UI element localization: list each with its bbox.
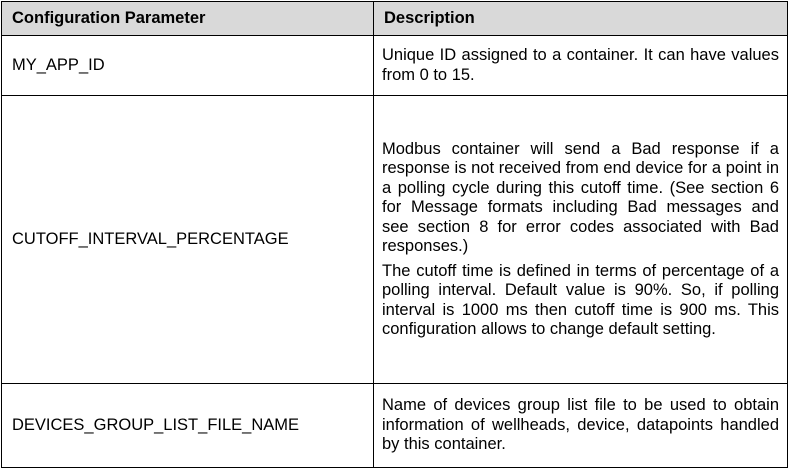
table-body: MY_APP_ID Unique ID assigned to a contai…: [1, 35, 788, 468]
description-paragraph: Unique ID assigned to a container. It ca…: [382, 46, 779, 84]
column-header-description: Description: [373, 1, 788, 36]
description-paragraph: The cutoff time is defined in terms of p…: [382, 261, 779, 339]
table-row: CUTOFF_INTERVAL_PERCENTAGE Modbus contai…: [1, 95, 788, 384]
table-row: MY_APP_ID Unique ID assigned to a contai…: [1, 35, 788, 96]
description-cell-my-app-id: Unique ID assigned to a container. It ca…: [373, 35, 788, 96]
description-paragraph: Name of devices group list file to be us…: [382, 396, 779, 454]
description-cell-cutoff-interval-percentage: Modbus container will send a Bad respons…: [373, 95, 788, 384]
parameter-cell-devices-group-list-file-name: DEVICES_GROUP_LIST_FILE_NAME: [1, 383, 374, 468]
description-paragraph: Modbus container will send a Bad respons…: [382, 139, 779, 256]
header-row: Configuration Parameter Description: [1, 1, 788, 36]
table-row: DEVICES_GROUP_LIST_FILE_NAME Name of dev…: [1, 383, 788, 468]
configuration-parameter-table: Configuration Parameter Description MY_A…: [1, 1, 788, 468]
column-header-parameter: Configuration Parameter: [1, 1, 374, 36]
parameter-cell-cutoff-interval-percentage: CUTOFF_INTERVAL_PERCENTAGE: [1, 95, 374, 384]
table-header: Configuration Parameter Description: [1, 1, 788, 36]
description-cell-devices-group-list-file-name: Name of devices group list file to be us…: [373, 383, 788, 468]
parameter-cell-my-app-id: MY_APP_ID: [1, 35, 374, 96]
